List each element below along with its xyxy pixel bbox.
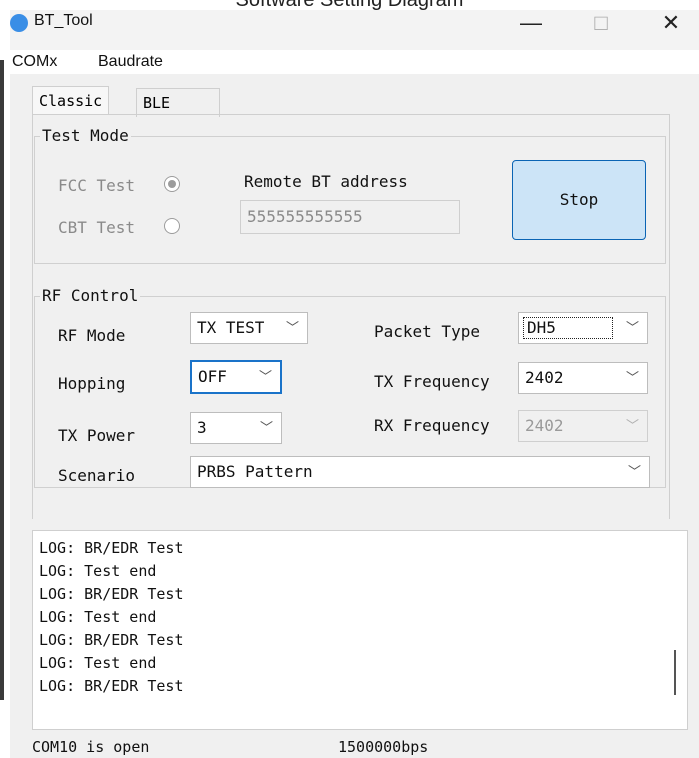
fcc-test-label: FCC Test — [58, 176, 136, 195]
log-line: LOG: BR/EDR Test — [39, 631, 184, 649]
cbt-test-label: CBT Test — [58, 218, 136, 237]
log-line: LOG: Test end — [39, 608, 157, 626]
chevron-down-icon: ﹀ — [625, 371, 639, 386]
rx-frequency-value: 2402 — [525, 416, 564, 435]
chevron-down-icon: ﹀ — [625, 419, 639, 434]
hopping-value: OFF — [198, 367, 227, 386]
chevron-down-icon: ﹀ — [259, 421, 273, 436]
tx-frequency-label: TX Frequency — [374, 372, 490, 391]
bt-tool-icon — [10, 14, 28, 32]
window-title: BT_Tool — [34, 12, 93, 29]
rf-control-title: RF Control — [40, 286, 141, 305]
stop-button[interactable]: Stop — [512, 160, 646, 240]
scenario-select[interactable]: PRBS Pattern ﹀ — [190, 456, 650, 488]
packet-type-select[interactable]: DH5 ﹀ — [518, 312, 648, 344]
log-line: LOG: Test end — [39, 654, 157, 672]
scenario-value: PRBS Pattern — [197, 462, 313, 481]
remote-bt-address-label: Remote BT address — [244, 172, 408, 191]
chevron-down-icon: ﹀ — [285, 321, 299, 336]
chevron-down-icon: ﹀ — [258, 370, 272, 385]
log-line: LOG: BR/EDR Test — [39, 677, 184, 695]
rf-mode-value: TX TEST — [197, 318, 265, 337]
menu-baudrate[interactable]: Baudrate — [98, 53, 163, 71]
tx-power-select[interactable]: 3 ﹀ — [190, 412, 282, 444]
menu-comx[interactable]: COMx — [12, 53, 57, 71]
tx-power-label: TX Power — [58, 426, 136, 445]
log-line: LOG: BR/EDR Test — [39, 539, 184, 557]
port-status: COM10 is open — [32, 738, 150, 756]
close-button[interactable]: ✕ — [648, 8, 694, 38]
fcc-test-radio[interactable] — [164, 176, 180, 192]
scenario-label: Scenario — [58, 466, 136, 485]
tx-power-value: 3 — [197, 418, 207, 437]
chevron-down-icon: ﹀ — [625, 321, 639, 336]
rf-mode-select[interactable]: TX TEST ﹀ — [190, 312, 308, 344]
log-line: LOG: BR/EDR Test — [39, 585, 184, 603]
rx-frequency-select[interactable]: 2402 ﹀ — [518, 410, 648, 442]
rf-mode-label: RF Mode — [58, 326, 126, 345]
tab-classic[interactable]: Classic — [32, 86, 110, 115]
packet-type-value: DH5 — [527, 318, 556, 337]
rx-frequency-label: RX Frequency — [374, 416, 490, 435]
hopping-label: Hopping — [58, 374, 126, 393]
baud-status: 1500000bps — [338, 738, 429, 756]
background-edge — [0, 60, 4, 700]
log-output[interactable]: LOG: BR/EDR Test LOG: Test end LOG: BR/E… — [32, 530, 688, 730]
tx-frequency-value: 2402 — [525, 368, 564, 387]
hopping-select[interactable]: OFF ﹀ — [190, 360, 282, 394]
remote-bt-address-field[interactable]: 555555555555 — [240, 200, 460, 234]
tx-frequency-select[interactable]: 2402 ﹀ — [518, 362, 648, 394]
log-scrollbar-thumb[interactable] — [674, 650, 676, 695]
maximize-button[interactable]: □ — [578, 8, 624, 38]
cbt-test-radio[interactable] — [164, 218, 180, 234]
log-line: LOG: Test end — [39, 562, 157, 580]
minimize-button[interactable]: — — [508, 8, 554, 38]
test-mode-title: Test Mode — [40, 126, 131, 145]
chevron-down-icon: ﹀ — [627, 465, 641, 480]
packet-type-label: Packet Type — [374, 322, 480, 341]
tab-ble[interactable]: BLE — [136, 88, 220, 117]
